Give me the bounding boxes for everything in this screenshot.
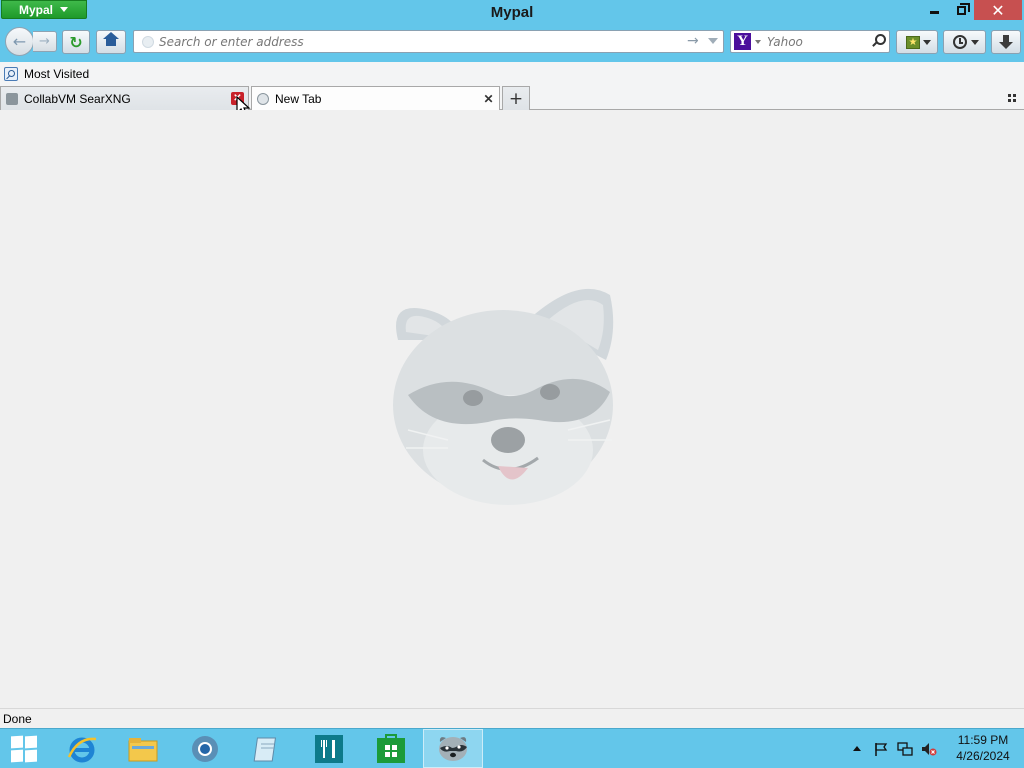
status-bar: Done [0,708,1024,728]
taskbar-file-explorer[interactable] [113,729,173,768]
home-button[interactable] [96,30,126,54]
bookmark-most-visited[interactable]: Most Visited [4,66,89,82]
list-all-tabs-icon[interactable] [1006,91,1020,105]
forward-button[interactable]: → [33,31,57,52]
search-icon[interactable] [871,33,886,49]
back-forward-group: ← → [5,27,57,56]
fork-knife-icon [315,734,343,763]
system-tray [848,729,948,768]
tab-close-icon[interactable]: ✕ [482,92,495,106]
clock-date: 4/26/2024 [956,749,1010,763]
navigation-toolbar: ← → ↻ → Y ★ [0,25,1024,62]
url-history-dropdown-icon[interactable] [708,38,718,44]
download-icon [999,35,1013,49]
taskbar-notepad[interactable] [237,729,297,768]
plus-icon: + [508,88,524,109]
bookmark-star-icon: ★ [906,35,920,49]
raccoon-icon [439,736,467,761]
notepad-icon [253,737,277,761]
clock-time: 11:59 PM [957,733,1009,747]
store-icon [377,733,405,763]
tab-collabvm-searxng[interactable]: CollabVM SearXNG ✕ [0,86,249,110]
window-title: Mypal [490,4,534,21]
globe-icon [257,93,269,105]
most-visited-icon [4,67,18,81]
page-favicon-icon [6,92,18,105]
speaker-muted-icon[interactable] [921,741,937,757]
taskbar-clock[interactable]: 11:59 PM 4/26/2024 [950,732,1016,764]
start-button[interactable] [0,729,48,768]
reload-button[interactable]: ↻ [62,30,90,54]
address-bar[interactable]: → [133,30,724,53]
restore-icon [956,2,970,15]
tab-label: New Tab [275,92,322,106]
taskbar: 11:59 PM 4/26/2024 [0,728,1024,768]
new-tab-button[interactable]: + [502,86,530,110]
forward-arrow-icon: → [39,34,50,49]
taskbar-internet-explorer[interactable] [52,729,112,768]
taskbar-windows-store[interactable] [361,729,421,768]
yahoo-icon[interactable]: Y [734,33,751,50]
search-bar[interactable]: Y [730,30,890,53]
go-arrow-icon[interactable]: → [687,33,699,49]
bookmarks-toolbar: Most Visited [0,62,1024,86]
back-button[interactable]: ← [5,27,34,56]
raccoon-logo-icon [393,288,614,505]
bookmarks-menu-button[interactable]: ★ [896,30,938,54]
globe-icon [142,36,154,48]
folder-icon [128,737,158,761]
minimize-button[interactable] [921,0,948,20]
home-icon [103,32,119,48]
clock-icon [952,35,967,49]
taskbar-restaurant-app[interactable] [299,729,359,768]
search-input[interactable] [767,34,867,50]
history-button[interactable] [943,30,986,54]
tab-label: CollabVM SearXNG [24,91,131,106]
restore-button[interactable] [948,0,974,20]
tab-new-tab[interactable]: New Tab ✕ [251,86,500,111]
chevron-down-icon [971,40,979,45]
chevron-down-icon [923,40,931,45]
address-input[interactable] [159,34,679,50]
title-bar: Mypal Mypal ✕ [0,0,1024,25]
tab-strip: CollabVM SearXNG ✕ New Tab ✕ + [0,86,1024,111]
bookmark-label: Most Visited [24,67,90,81]
taskbar-chrome[interactable] [175,729,235,768]
downloads-button[interactable] [991,30,1021,54]
internet-explorer-icon [67,737,97,762]
page-content [0,110,1024,708]
flag-icon[interactable] [873,741,889,757]
network-icon[interactable] [897,741,913,757]
taskbar-mypal[interactable] [423,729,483,768]
windows-logo-icon [11,735,37,762]
show-hidden-icons-icon[interactable] [853,746,861,751]
reload-icon: ↻ [69,32,83,52]
close-window-button[interactable]: ✕ [974,0,1022,20]
back-arrow-icon: ← [12,32,27,51]
minimize-icon [930,11,939,14]
status-text: Done [3,712,32,726]
engine-dropdown-icon[interactable] [755,40,761,44]
close-icon: ✕ [991,0,1005,20]
chrome-icon [192,735,218,762]
